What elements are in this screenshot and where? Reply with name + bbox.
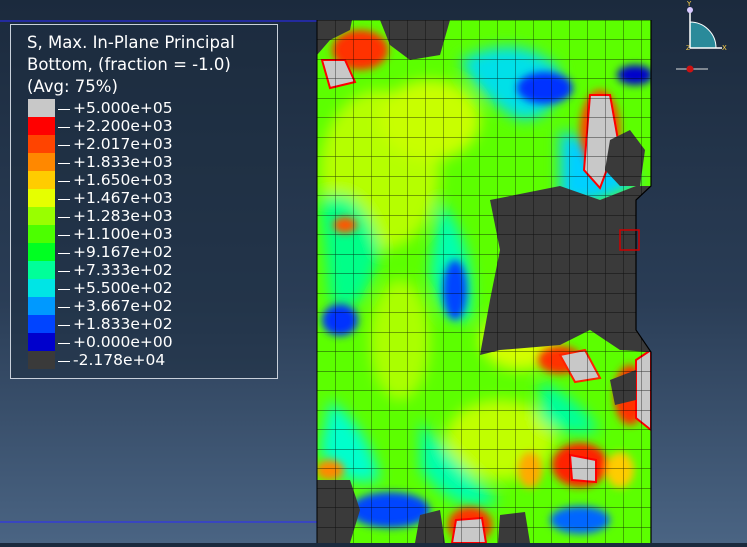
legend-tick bbox=[58, 145, 70, 146]
legend-value: +1.100e+03 bbox=[73, 225, 173, 243]
legend-value: +7.333e+02 bbox=[73, 261, 173, 279]
legend-value: +1.283e+03 bbox=[73, 207, 173, 225]
legend-tick bbox=[58, 199, 70, 200]
legend-tick bbox=[58, 361, 70, 362]
legend-tick bbox=[58, 181, 70, 182]
legend-tick bbox=[58, 307, 70, 308]
view-triad: Y X Z bbox=[672, 0, 744, 75]
legend-swatch bbox=[28, 351, 55, 369]
legend-title: S, Max. In-Plane Principal bbox=[27, 33, 235, 52]
legend-swatch bbox=[28, 243, 55, 261]
legend-tick bbox=[58, 217, 70, 218]
legend-swatch bbox=[28, 279, 55, 297]
legend-swatch bbox=[28, 333, 55, 351]
legend-tick bbox=[58, 271, 70, 272]
legend-tick bbox=[58, 127, 70, 128]
legend-tick bbox=[58, 163, 70, 164]
legend-swatch bbox=[28, 315, 55, 333]
legend-tick bbox=[58, 343, 70, 344]
legend-tick bbox=[58, 253, 70, 254]
legend-value: +3.667e+02 bbox=[73, 297, 173, 315]
legend-swatch bbox=[28, 225, 55, 243]
triad-origin-icon bbox=[686, 65, 694, 73]
legend-swatch bbox=[28, 261, 55, 279]
legend-value: +1.833e+03 bbox=[73, 153, 173, 171]
legend-value: +5.500e+02 bbox=[73, 279, 173, 297]
legend-value: +1.650e+03 bbox=[73, 171, 173, 189]
legend-tick bbox=[58, 109, 70, 110]
legend-tick bbox=[58, 235, 70, 236]
legend-value: -2.178e+04 bbox=[73, 351, 166, 369]
contour-fill bbox=[317, 20, 651, 543]
triad-x-label: X bbox=[722, 44, 727, 52]
legend-section-point: Bottom, (fraction = -1.0) bbox=[27, 55, 231, 74]
legend-swatch bbox=[28, 171, 55, 189]
triad-z-label: Z bbox=[686, 45, 690, 52]
legend-tick bbox=[58, 289, 70, 290]
legend-tick bbox=[58, 325, 70, 326]
legend-swatch bbox=[28, 153, 55, 171]
triad-y-label: Y bbox=[686, 0, 692, 8]
legend-swatch bbox=[28, 99, 55, 117]
legend-value: +5.000e+05 bbox=[73, 99, 173, 117]
legend-swatch bbox=[28, 207, 55, 225]
legend-value: +1.467e+03 bbox=[73, 189, 173, 207]
legend-value: +1.833e+02 bbox=[73, 315, 173, 333]
triad-quadrant-icon bbox=[689, 21, 717, 49]
legend-swatch bbox=[28, 297, 55, 315]
legend-value: +2.017e+03 bbox=[73, 135, 173, 153]
legend-value: +0.000e+00 bbox=[73, 333, 173, 351]
legend-swatch bbox=[28, 135, 55, 153]
contour-legend: S, Max. In-Plane Principal Bottom, (frac… bbox=[10, 24, 278, 379]
legend-swatch bbox=[28, 117, 55, 135]
legend-value: +9.167e+02 bbox=[73, 243, 173, 261]
legend-value: +2.200e+03 bbox=[73, 117, 173, 135]
legend-averaging: (Avg: 75%) bbox=[27, 77, 118, 96]
legend-swatch bbox=[28, 189, 55, 207]
